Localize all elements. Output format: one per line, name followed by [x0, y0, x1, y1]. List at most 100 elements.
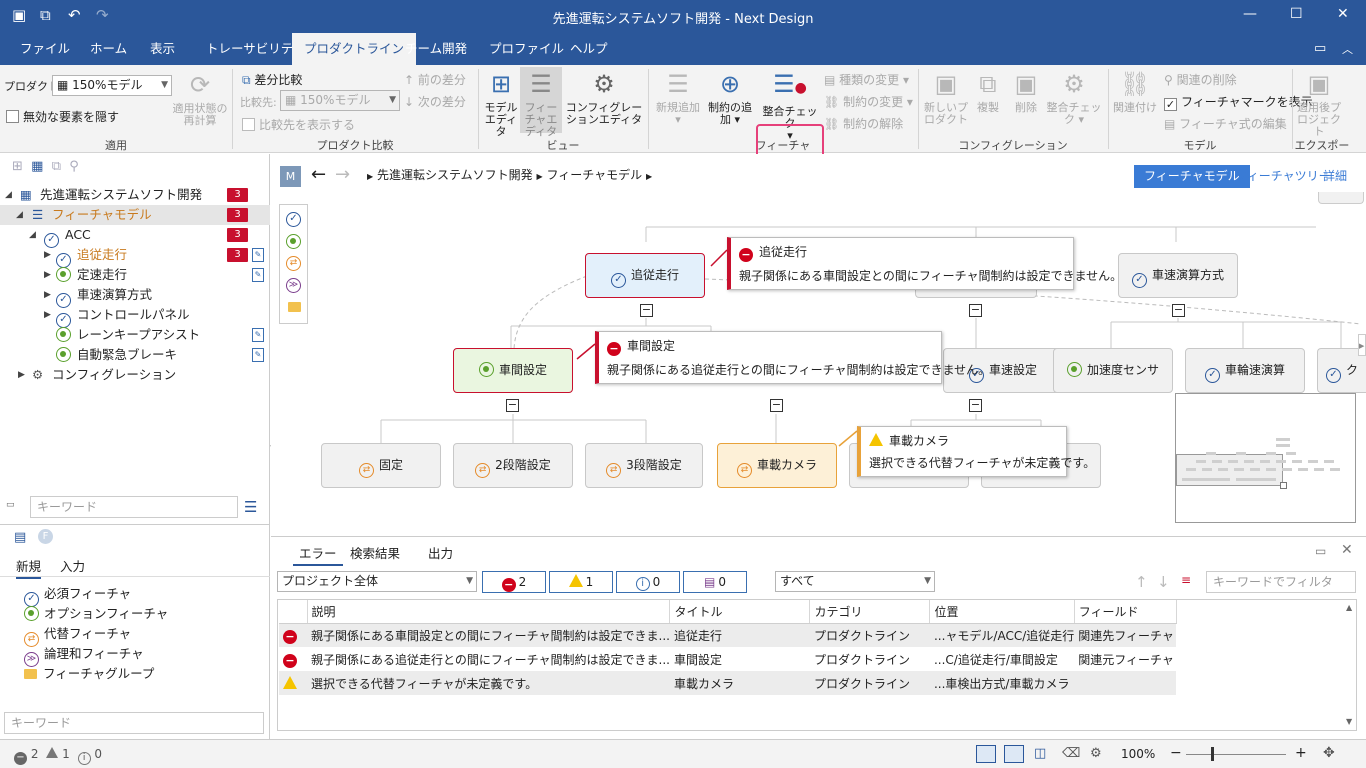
feature-node-three-step[interactable]: ⇄ 3段階設定: [585, 443, 703, 488]
eraser-icon[interactable]: ⌫: [1062, 746, 1080, 761]
info-count-toggle[interactable]: i0: [616, 571, 680, 593]
collapse-toggle[interactable]: −: [506, 399, 519, 412]
collapse-toggle[interactable]: −: [969, 304, 982, 317]
layout-icon-3[interactable]: ◫: [1034, 746, 1046, 761]
remove-constraint-button[interactable]: ⛓ 制約の解除: [824, 115, 903, 132]
bottom-tab-output[interactable]: 出力: [428, 543, 453, 562]
bottom-tab-errors[interactable]: エラー: [293, 543, 343, 566]
col-position[interactable]: 位置: [929, 600, 1075, 624]
hide-invalid-checkbox[interactable]: 無効な要素を隠す: [6, 108, 119, 125]
collapse-ribbon-icon[interactable]: ︿: [1342, 41, 1353, 57]
feedback-icon[interactable]: ▭: [1314, 41, 1326, 56]
feature-node-two-step[interactable]: ⇄ 2段階設定: [453, 443, 573, 488]
zoom-out-icon[interactable]: −: [1170, 745, 1182, 761]
feature-filter-icon[interactable]: ☰: [244, 498, 257, 516]
feature-node-fixed[interactable]: ⇄ 固定: [321, 443, 441, 488]
palette-alternative[interactable]: ⇄ 代替フィーチャ: [24, 624, 131, 647]
scroll-down-icon[interactable]: ▼: [1346, 717, 1352, 726]
collapse-toggle[interactable]: −: [770, 399, 783, 412]
minimize-icon[interactable]: —: [1243, 6, 1257, 22]
palette-tab-input[interactable]: 入力: [60, 556, 85, 575]
tree-item-configuration[interactable]: ▶ ⚙ コンフィグレーション: [0, 365, 270, 385]
compare-target-combo[interactable]: ▦ 150%モデル ▼: [280, 90, 400, 111]
tree-item-speed-calc[interactable]: ▶ ✓ 車速演算方式: [0, 285, 270, 308]
config-check-button[interactable]: ⚙ 整合チェック ▾: [1046, 69, 1102, 126]
product-combo[interactable]: ▦ 150%モデル ▼: [52, 75, 172, 96]
tab-home[interactable]: ホーム: [78, 33, 139, 65]
table-row[interactable]: − 親子関係にある追従走行との間にフィーチャ間制約は設定できま... 車間設定 …: [279, 647, 1176, 671]
change-kind-button[interactable]: ▤ 種類の変更 ▾: [824, 71, 909, 88]
scope-combo[interactable]: プロジェクト全体 ▼: [277, 571, 477, 592]
error-count-toggle[interactable]: −2: [482, 571, 546, 593]
feature-node-accel-sensor[interactable]: 加速度センサ: [1053, 348, 1173, 393]
tree-item-aeb[interactable]: 自動緊急ブレーキ ✎: [0, 345, 270, 365]
toolbox-icon[interactable]: ▤: [14, 530, 26, 545]
table-row[interactable]: − 親子関係にある車間設定との間にフィーチャ間制約は設定できま... 追従走行 …: [279, 623, 1177, 647]
restore-panel-icon[interactable]: ▭: [1315, 544, 1326, 558]
status-counts[interactable]: − 2 1 i 0: [14, 747, 102, 765]
palette-group[interactable]: フィーチャグループ: [24, 664, 154, 684]
layout-icon-1[interactable]: [976, 745, 996, 763]
change-constraint-button[interactable]: ⛓ 制約の変更 ▾: [824, 93, 913, 110]
tree-item-follow[interactable]: ▶ ✓ 追従走行 3 ✎: [0, 245, 270, 268]
new-add-button[interactable]: ☰ 新規追加 ▾: [654, 69, 702, 126]
tab-file[interactable]: ファイル: [8, 33, 82, 65]
factory-icon[interactable]: ▦: [31, 159, 43, 174]
collapse-toggle[interactable]: −: [1172, 304, 1185, 317]
category-combo[interactable]: すべて ▼: [775, 571, 935, 592]
next-diff-button[interactable]: ↓ 次の差分: [404, 93, 466, 110]
arrow-down-icon[interactable]: ↓: [1157, 573, 1170, 591]
tab-help[interactable]: ヘルプ: [558, 33, 620, 65]
tree-item-acc[interactable]: ◢ ✓ ACC 3: [0, 225, 270, 248]
tree-item-project[interactable]: ◢ ▦ 先進運転システムソフト開発 3: [0, 185, 270, 205]
new-product-button[interactable]: ▣ 新しいプロダクト: [922, 69, 970, 126]
zoom-in-icon[interactable]: +: [1295, 745, 1307, 761]
collapse-toggle[interactable]: −: [969, 399, 982, 412]
add-constraint-button[interactable]: ⊕ 制約の追加 ▾: [704, 69, 756, 126]
bottom-tab-search[interactable]: 検索結果: [350, 543, 400, 562]
palette-or[interactable]: ≫ 論理和フィーチャ: [24, 644, 144, 667]
feature-f-icon[interactable]: F: [38, 529, 53, 544]
tree-item-control-panel[interactable]: ▶ ✓ コントロールパネル: [0, 305, 270, 328]
delete-button[interactable]: ▣ 削除: [1008, 69, 1044, 114]
tree-item-lane-keep[interactable]: レーンキープアシスト ✎: [0, 325, 270, 345]
scroll-up-icon[interactable]: ▲: [1346, 603, 1352, 612]
feature-editor-button[interactable]: ☰ フィーチャエディタ: [520, 67, 562, 138]
link-icon[interactable]: ⚲: [69, 159, 79, 174]
remove-link-button[interactable]: ⚲ 関連の削除: [1164, 71, 1237, 88]
close-icon[interactable]: ✕: [1337, 6, 1349, 22]
feature-node-speed-method[interactable]: ✓ 車速演算方式: [1118, 253, 1238, 298]
close-panel-icon[interactable]: ✕: [1341, 542, 1353, 558]
col-field[interactable]: フィールド: [1074, 600, 1177, 624]
fit-screen-icon[interactable]: ✥: [1323, 745, 1335, 761]
minimap[interactable]: [1175, 393, 1356, 523]
maximize-icon[interactable]: ☐: [1290, 6, 1303, 22]
collapse-toggle[interactable]: −: [640, 304, 653, 317]
table-row[interactable]: 選択できる代替フィーチャが未定義です。 車載カメラ プロダクトライン ...車検…: [279, 671, 1177, 695]
palette-optional[interactable]: オプションフィーチャ: [24, 604, 168, 624]
show-mark-checkbox[interactable]: ✓ フィーチャマークを表示: [1164, 93, 1313, 111]
tree-item-cruise[interactable]: ▶ 定速走行 ✎: [0, 265, 270, 285]
config-editor-button[interactable]: ⚙ コンフィグレーションエディタ: [564, 69, 644, 126]
feature-node-camera[interactable]: ⇄ 車載カメラ: [717, 443, 837, 488]
col-category[interactable]: カテゴリ: [809, 600, 931, 624]
tab-view[interactable]: 表示: [138, 33, 187, 65]
palette-mandatory[interactable]: ✓ 必須フィーチャ: [24, 584, 131, 607]
palette-search-input[interactable]: キーワード: [4, 712, 264, 734]
filter-input[interactable]: キーワードでフィルタ: [1206, 571, 1356, 593]
col-desc[interactable]: 説明: [307, 600, 671, 624]
zoom-slider-thumb[interactable]: [1211, 747, 1214, 761]
other-count-toggle[interactable]: ▤ 0: [683, 571, 747, 593]
tab-team[interactable]: チーム開発: [393, 33, 479, 65]
warning-count-toggle[interactable]: 1: [549, 571, 613, 593]
col-title[interactable]: タイトル: [669, 600, 811, 624]
applied-project-button[interactable]: ▣ 適用後プロジェクト: [1294, 69, 1344, 138]
recalc-button[interactable]: ⟳ 適用状態の再計算: [170, 70, 230, 127]
zoom-slider[interactable]: [1186, 754, 1286, 755]
right-collapse-handle[interactable]: ▶: [1358, 334, 1366, 356]
feature-node-distance[interactable]: 車間設定: [453, 348, 573, 393]
feature-node-wheel-speed[interactable]: ✓ 車輪速演算: [1185, 348, 1305, 393]
copy-icon[interactable]: ⧉: [52, 159, 61, 174]
prev-diff-button[interactable]: ↑ 前の差分: [404, 71, 466, 88]
grid-settings-icon[interactable]: ⚙: [1090, 746, 1102, 761]
